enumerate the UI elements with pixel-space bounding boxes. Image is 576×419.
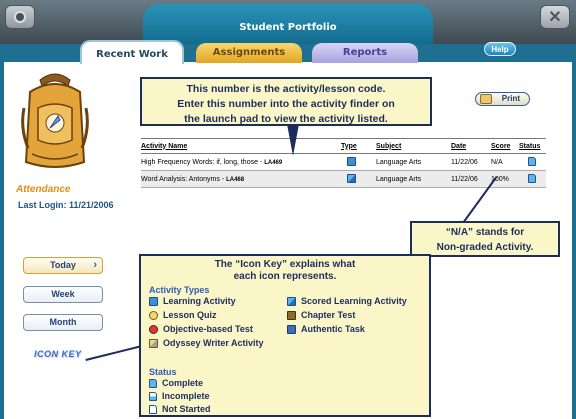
print-label: Print <box>501 94 520 103</box>
key-objective-test: Objective-based Test <box>149 324 253 335</box>
month-button[interactable]: Month <box>23 314 103 331</box>
scored-learning-activity-icon <box>347 173 356 183</box>
recent-work-table: Activity Name Type Subject Date Score St… <box>141 138 546 188</box>
col-status[interactable]: Status <box>519 138 546 154</box>
tab-assignments[interactable]: Assignments <box>196 43 302 63</box>
key-label: Scored Learning Activity <box>301 296 407 306</box>
key-label: Incomplete <box>162 391 210 401</box>
callout-line: Enter this number into the activity find… <box>177 98 395 110</box>
col-score[interactable]: Score <box>491 138 519 154</box>
objective-test-icon <box>149 325 158 335</box>
status-cell <box>519 153 546 171</box>
printer-icon <box>480 94 492 104</box>
key-learning-activity: Learning Activity <box>149 296 236 307</box>
key-incomplete: Incomplete <box>149 391 210 402</box>
icon-key-callout: The “Icon Key” explains what each icon r… <box>139 254 431 417</box>
activity-name-cell[interactable]: Word Analysis: Antonyms - LA468 <box>141 170 341 188</box>
callout-line: This number is the activity/lesson code. <box>186 83 386 95</box>
last-login: Last Login: 11/21/2006 <box>18 200 114 210</box>
week-button[interactable]: Week <box>23 286 103 303</box>
complete-icon <box>149 379 157 389</box>
today-button[interactable]: Today › <box>23 257 103 274</box>
callout-pointer <box>287 124 299 156</box>
lesson-quiz-icon <box>149 311 158 321</box>
key-label: Objective-based Test <box>163 324 253 334</box>
icon-key-link[interactable]: ICON KEY <box>34 349 82 359</box>
type-cell <box>341 153 376 171</box>
status-cell <box>519 170 546 188</box>
col-type[interactable]: Type <box>341 138 376 154</box>
backpack-icon <box>21 73 89 168</box>
scored-learning-activity-icon <box>287 297 296 307</box>
key-label: Learning Activity <box>163 296 236 306</box>
menu-dot-icon <box>14 11 26 23</box>
callout-heading: each icon represents. <box>233 271 337 282</box>
activity-name[interactable]: Word Analysis: Antonyms - <box>141 176 226 183</box>
print-button[interactable]: Print <box>475 92 530 106</box>
activity-types-label: Activity Types <box>149 285 210 295</box>
help-button[interactable]: Help <box>484 42 516 56</box>
callout-line: “N/A” stands for <box>445 227 525 238</box>
table-row[interactable]: High Frequency Words: if, long, those - … <box>141 153 546 171</box>
activity-name-cell[interactable]: High Frequency Words: if, long, those - … <box>141 153 341 171</box>
key-label: Not Started <box>162 404 211 414</box>
menu-button[interactable] <box>5 5 35 29</box>
learning-activity-icon <box>347 156 356 166</box>
activity-code: LA469 <box>264 159 283 166</box>
col-subject[interactable]: Subject <box>376 138 451 154</box>
key-label: Lesson Quiz <box>163 310 217 320</box>
date-cell: 11/22/06 <box>451 153 491 171</box>
key-label: Authentic Task <box>301 324 365 334</box>
attendance-label[interactable]: Attendance <box>16 184 70 195</box>
not-started-icon <box>149 405 157 415</box>
callout-line: Non-graded Activity. <box>436 242 534 253</box>
window-title: Student Portfolio <box>239 22 337 33</box>
key-lesson-quiz: Lesson Quiz <box>149 310 217 321</box>
learning-activity-icon <box>149 297 158 307</box>
activity-name[interactable]: High Frequency Words: if, long, those - <box>141 159 264 166</box>
complete-icon <box>528 173 536 183</box>
pencil-icon <box>149 339 158 349</box>
col-activity-name[interactable]: Activity Name <box>141 138 341 154</box>
today-label: Today <box>50 260 76 270</box>
key-odyssey-writer: Odyssey Writer Activity <box>149 338 264 349</box>
authentic-task-icon <box>287 325 296 335</box>
key-label: Odyssey Writer Activity <box>163 338 264 348</box>
incomplete-icon <box>149 392 157 402</box>
key-chapter-test: Chapter Test <box>287 310 356 321</box>
key-not-started: Not Started <box>149 404 211 415</box>
key-label: Complete <box>162 378 204 388</box>
chevron-right-icon: › <box>93 259 97 271</box>
key-scored-learning-activity: Scored Learning Activity <box>287 296 407 307</box>
subject-cell: Language Arts <box>376 153 451 171</box>
callout-heading: The “Icon Key” explains what <box>214 259 356 270</box>
subject-cell: Language Arts <box>376 170 451 188</box>
score-cell: N/A <box>491 153 519 171</box>
key-complete: Complete <box>149 378 204 389</box>
table-row[interactable]: Word Analysis: Antonyms - LA468 Language… <box>141 170 546 188</box>
complete-icon <box>528 156 536 166</box>
key-label: Chapter Test <box>301 310 356 320</box>
chapter-test-icon <box>287 311 296 321</box>
callout-line: the launch pad to view the activity list… <box>184 113 388 125</box>
activity-code-callout: This number is the activity/lesson code.… <box>140 77 432 126</box>
type-cell <box>341 170 376 188</box>
status-label: Status <box>149 367 177 377</box>
date-cell: 11/22/06 <box>451 170 491 188</box>
na-callout: “N/A” stands for Non-graded Activity. <box>410 221 560 257</box>
col-date[interactable]: Date <box>451 138 491 154</box>
activity-code: LA468 <box>226 176 245 183</box>
tab-recent-work[interactable]: Recent Work <box>80 40 184 64</box>
key-authentic-task: Authentic Task <box>287 324 365 335</box>
close-button[interactable]: ✕ <box>540 5 570 29</box>
close-icon: ✕ <box>548 9 562 26</box>
tab-reports[interactable]: Reports <box>312 43 418 63</box>
